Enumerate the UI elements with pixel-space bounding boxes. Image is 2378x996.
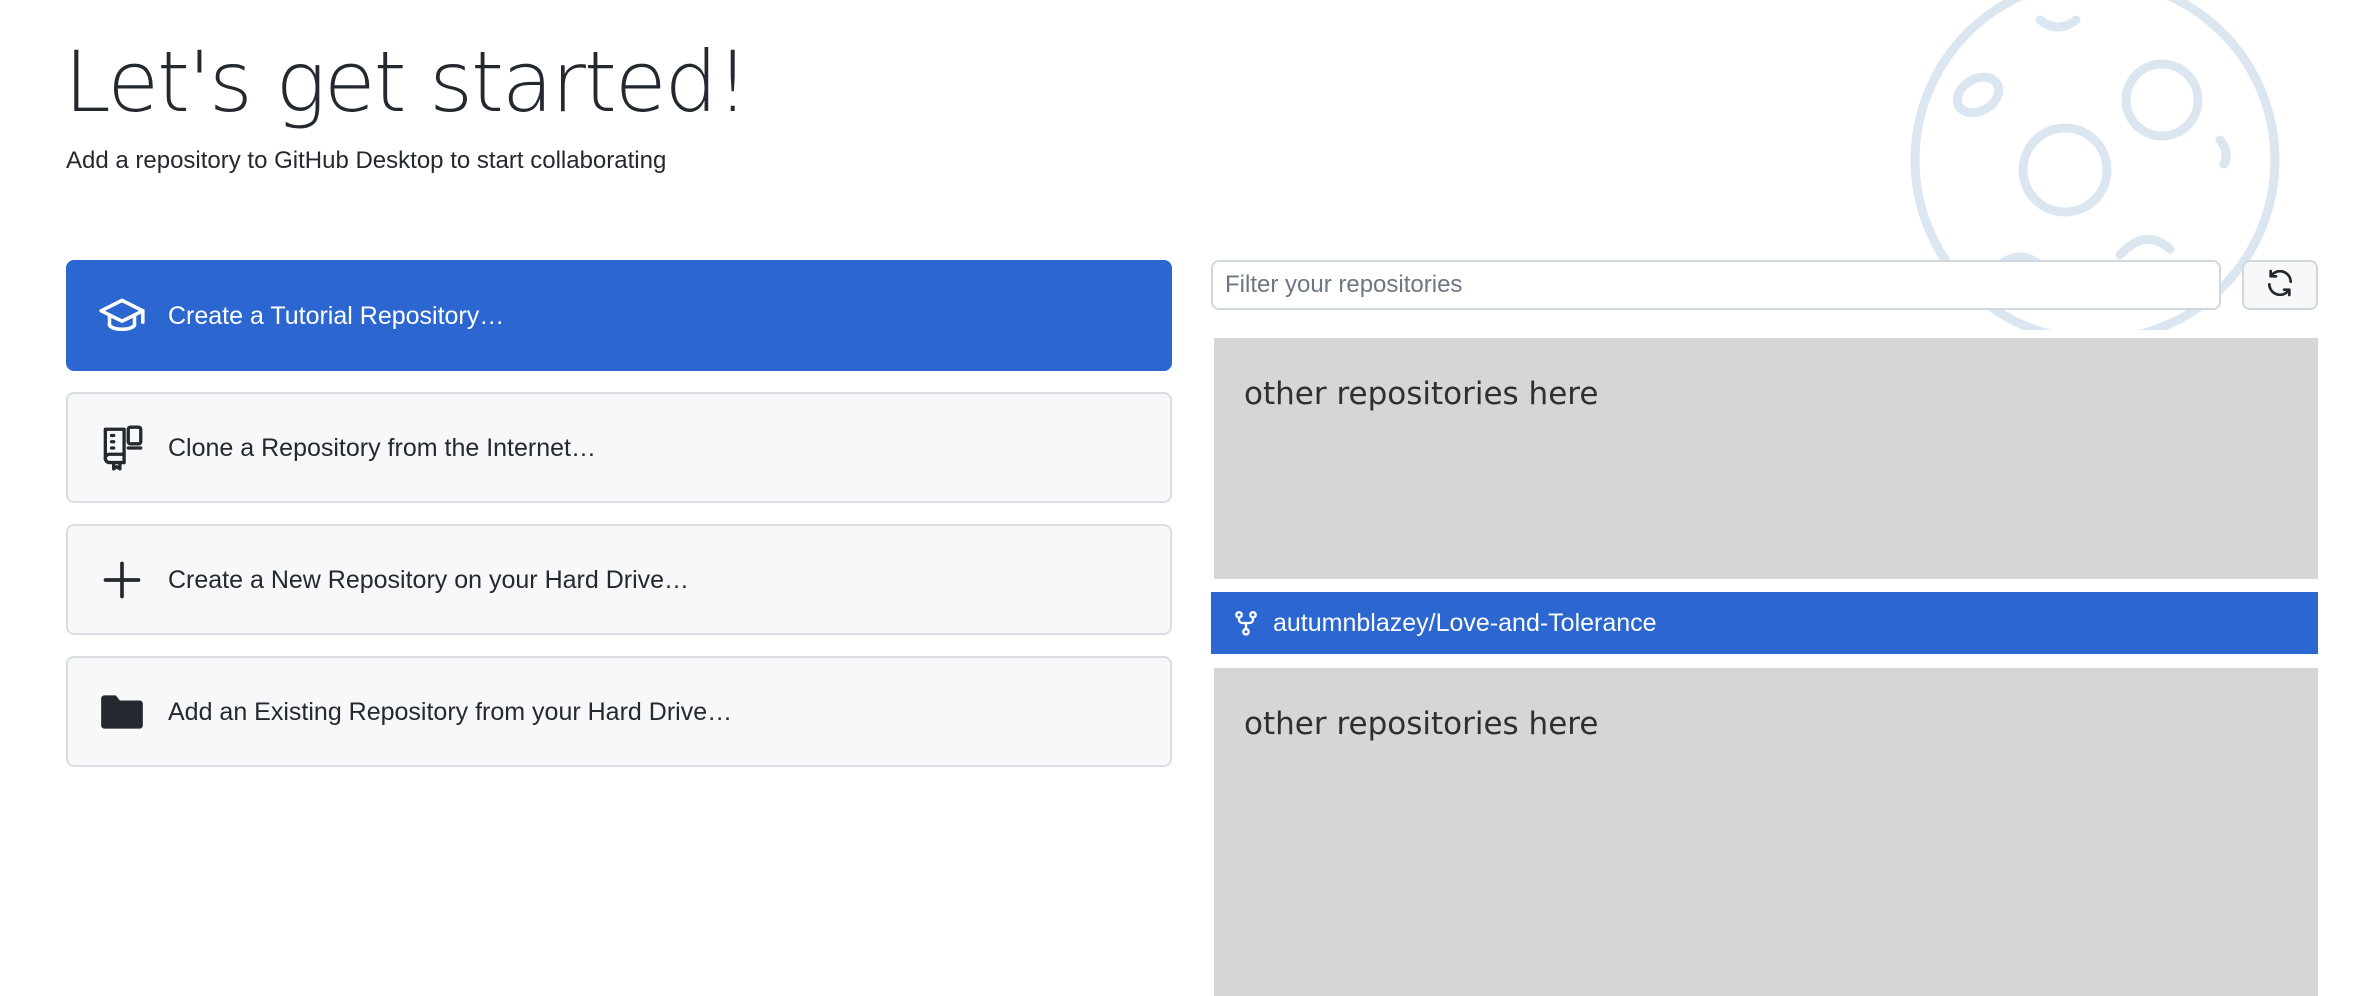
repo-clone-icon [96,422,148,474]
graduation-cap-icon [96,290,148,342]
clone-repository-button[interactable]: Clone a Repository from the Internet… [66,392,1172,503]
action-label: Add an Existing Repository from your Har… [168,697,733,726]
repository-list-placeholder-bottom: other repositories here [1214,668,2318,996]
filter-repositories-input[interactable] [1211,260,2221,310]
action-label: Create a New Repository on your Hard Dri… [168,565,690,594]
page-subtitle: Add a repository to GitHub Desktop to st… [66,147,667,174]
action-list: Create a Tutorial Repository… Clone a Re… [66,260,1172,788]
refresh-button[interactable] [2242,260,2318,310]
page-title: Let's get started! [64,33,750,131]
welcome-page: Let's get started! Add a repository to G… [0,0,2378,996]
sync-icon [2264,267,2296,304]
repo-forked-icon [1231,608,1261,638]
repository-list-placeholder-top: other repositories here [1214,338,2318,579]
create-tutorial-repository-button[interactable]: Create a Tutorial Repository… [66,260,1172,371]
action-label: Create a Tutorial Repository… [168,301,505,330]
action-label: Clone a Repository from the Internet… [168,433,596,462]
folder-icon [96,686,148,738]
create-new-repository-button[interactable]: Create a New Repository on your Hard Dri… [66,524,1172,635]
repository-name: autumnblazey/Love-and-Tolerance [1273,608,1657,637]
repository-list-item-selected[interactable]: autumnblazey/Love-and-Tolerance [1211,592,2318,654]
add-existing-repository-button[interactable]: Add an Existing Repository from your Har… [66,656,1172,767]
plus-icon [96,554,148,606]
